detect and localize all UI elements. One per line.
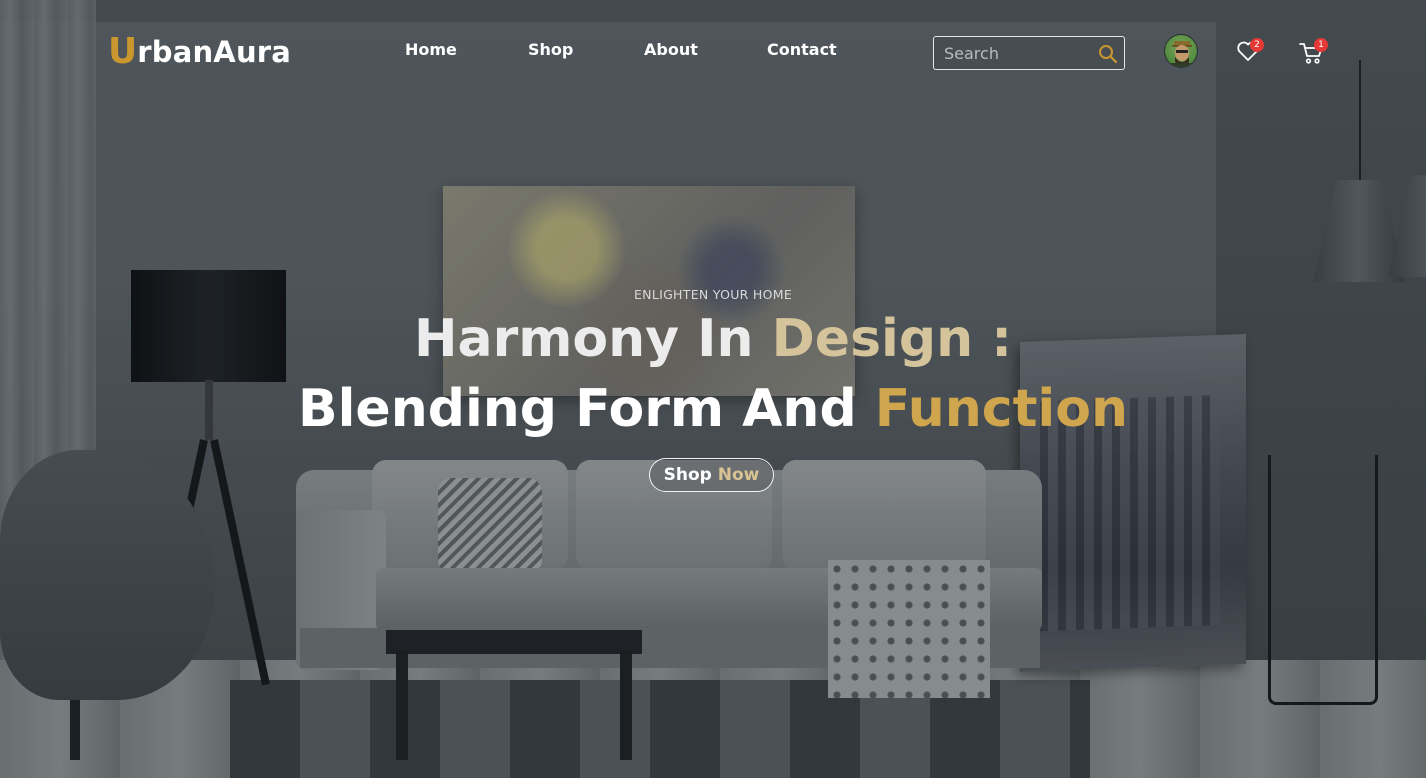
cart-icon [1297,43,1325,70]
nav-link-contact[interactable]: Contact [767,40,837,59]
logo-text: rbanAura [137,35,292,69]
cart-button[interactable]: 1 [1297,38,1328,70]
headline-text: Blending Form And [297,379,875,439]
wishlist-button[interactable]: 2 [1235,38,1265,68]
nav-link-about[interactable]: About [644,40,698,59]
headline-text: Harmony In [413,309,772,369]
headline-highlight: Design : [771,309,1012,369]
hero-headline-line1: Harmony In Design : [0,304,1426,374]
wishlist-count-badge: 2 [1250,38,1264,52]
nav-link-shop[interactable]: Shop [528,40,573,59]
hero-eyebrow: ENLIGHTEN YOUR HOME [633,287,793,302]
brand-logo[interactable]: U rbanAura [108,30,291,74]
logo-mark: U [108,31,138,72]
nav-link-home[interactable]: Home [405,40,457,59]
shop-now-button[interactable]: Shop Now [649,458,774,492]
shop-now-label: Shop [663,465,718,485]
user-avatar[interactable] [1164,34,1198,68]
search-box [933,36,1125,70]
cart-count-badge: 1 [1314,38,1328,52]
hero-headline-line2: Blending Form And Function [0,374,1426,444]
shop-now-label-highlight: Now [717,465,760,485]
search-input[interactable] [944,41,1094,65]
headline-highlight: Function [874,379,1129,439]
search-icon[interactable] [1098,44,1118,64]
